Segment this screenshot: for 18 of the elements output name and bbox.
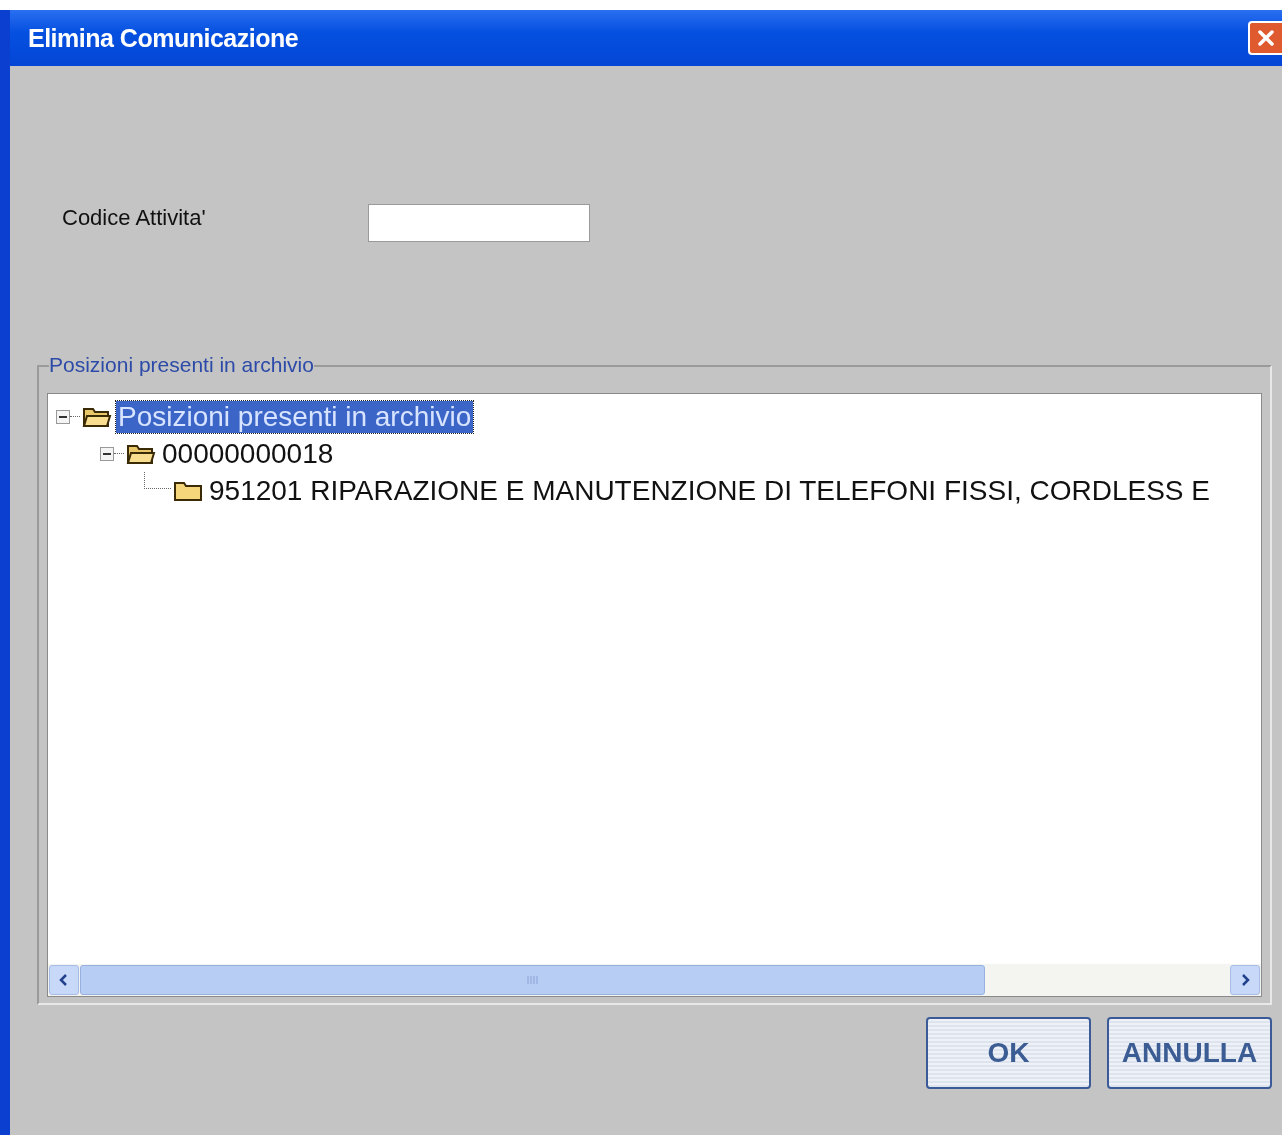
scroll-left-button[interactable]	[49, 965, 79, 995]
tree-item[interactable]: Posizioni presenti in archivio	[116, 400, 474, 433]
tree-item[interactable]: 951201 RIPARAZIONE E MANUTENZIONE DI TELEFONI FISSI, CORDLESS E	[207, 474, 1212, 507]
chevron-left-icon	[59, 974, 69, 986]
close-button[interactable]	[1248, 21, 1282, 55]
chevron-right-icon	[1240, 974, 1250, 986]
field-label: Codice Attivita'	[61, 205, 207, 231]
horizontal-scrollbar[interactable]	[48, 964, 1261, 996]
collapse-toggle[interactable]	[100, 446, 114, 461]
input-field[interactable]	[368, 204, 590, 242]
close-icon	[1255, 27, 1277, 49]
window-title: Elimina Comunicazione	[28, 23, 299, 53]
collapse-toggle[interactable]	[56, 409, 70, 424]
scroll-thumb[interactable]	[80, 965, 985, 995]
dialog-button[interactable]: OK	[926, 1017, 1091, 1089]
scroll-right-button[interactable]	[1230, 965, 1260, 995]
tree-item[interactable]: 00000000018	[160, 437, 336, 470]
dialog-button[interactable]: ANNULLA	[1107, 1017, 1272, 1089]
